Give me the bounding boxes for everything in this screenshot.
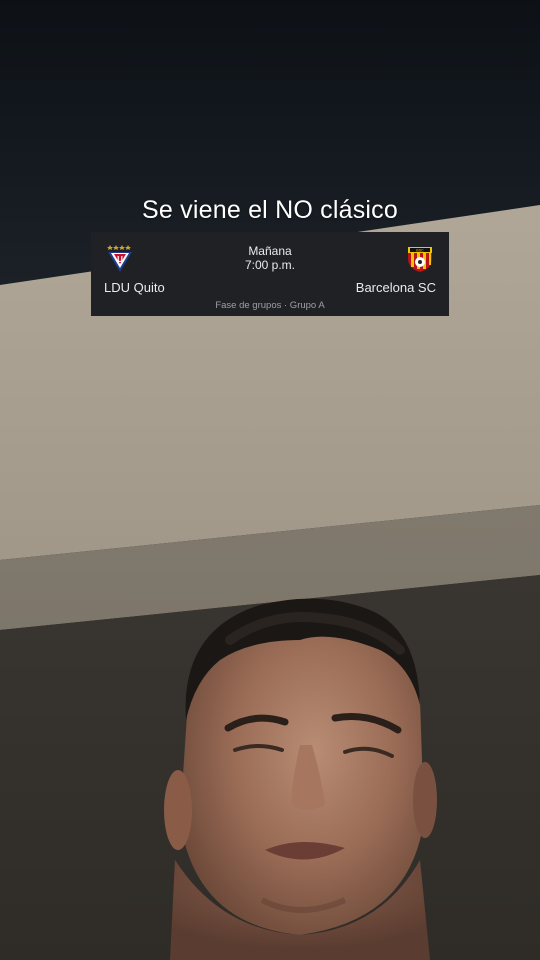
away-team-name: Barcelona SC [355,280,436,295]
home-team-name: LDU Quito [104,280,165,295]
match-day: Mañana [248,244,292,258]
video-frame-background [0,0,540,960]
match-time: 7:00 p.m. [244,258,296,272]
video-caption: Se viene el NO clásico [142,196,398,224]
match-card[interactable]: U BSC Mañana 7:00 p.m. LDU Quito Barcelo… [91,232,449,316]
man-face-photo [164,598,437,960]
match-stage: Fase de grupos · Grupo A [215,300,325,311]
